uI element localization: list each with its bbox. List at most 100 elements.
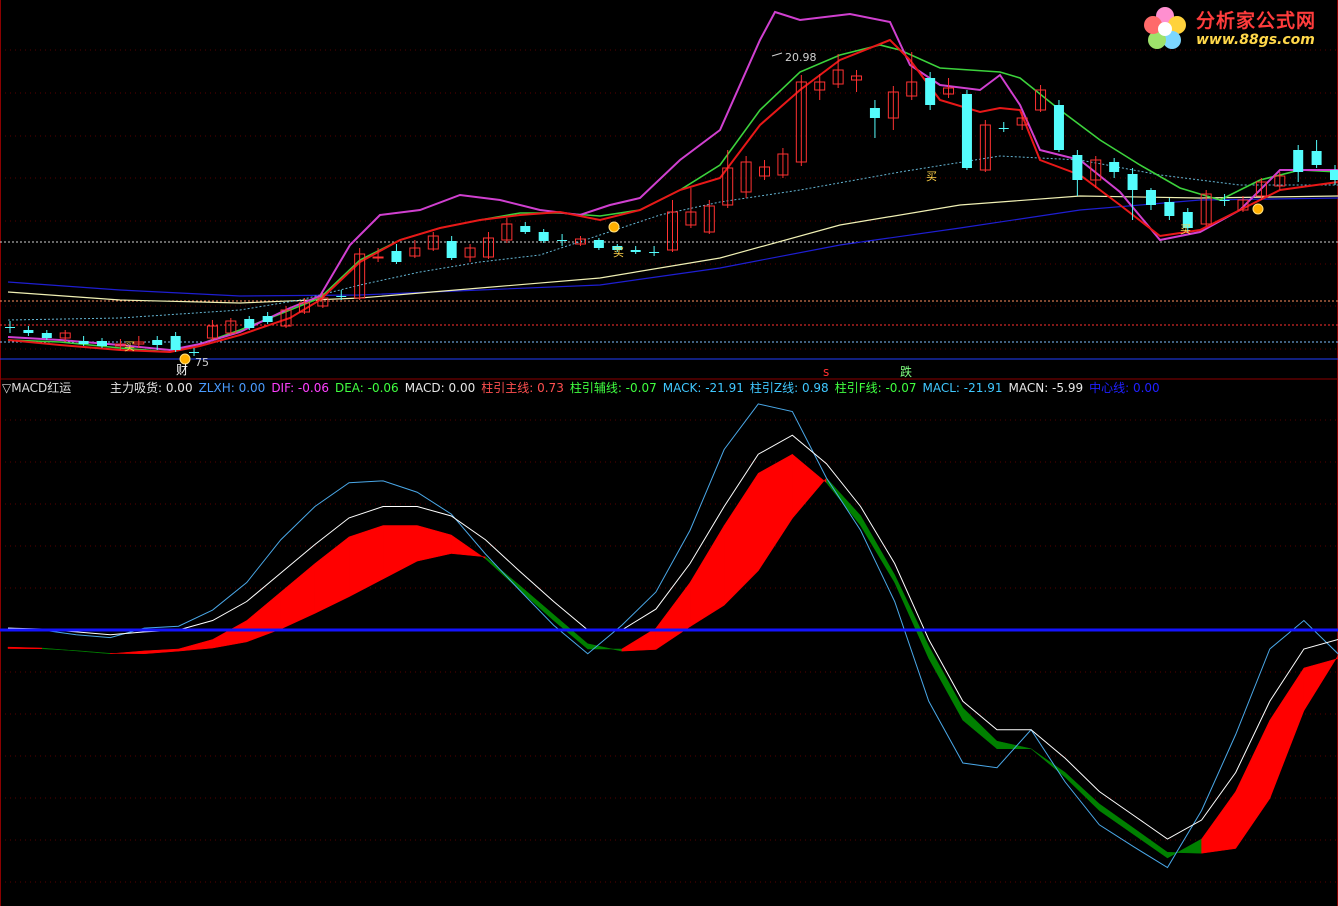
coin-icon: [608, 221, 620, 233]
macd-ribbon: [758, 453, 793, 572]
macd-ribbon: [1201, 790, 1236, 854]
buy-label: 买: [1180, 223, 1191, 236]
candle-body: [1053, 105, 1064, 150]
legend-item: DEA: -0.06: [334, 381, 399, 395]
candle-body: [649, 252, 660, 253]
candle-body: [961, 94, 972, 168]
candle-body: [998, 128, 1009, 129]
macd-ribbon: [348, 525, 384, 598]
macd-ribbon: [314, 536, 350, 614]
macd-ribbon: [996, 740, 1032, 749]
candle-body: [170, 336, 181, 350]
candlesticks: [5, 52, 1338, 356]
macd-ribbon: [7, 646, 43, 650]
macd-ribbon: [1303, 655, 1338, 712]
candle-body: [152, 340, 163, 345]
macd-ribbon: [75, 650, 111, 655]
legend-item: MACL: -21.91: [922, 381, 1003, 395]
indicator-name[interactable]: MACD红运: [11, 381, 71, 395]
legend-item: 柱引F线: -0.07: [834, 381, 917, 395]
indicator-legend: ▽MACD红运 主力吸货: 0.00 ZLXH: 0.00 DIF: -0.06 DE…: [0, 380, 1338, 396]
macd-ribbon: [41, 647, 77, 652]
macd-ribbon: [519, 584, 554, 622]
macd-ribbon: [1030, 748, 1066, 778]
high-price-label: 20.98: [785, 51, 817, 64]
macd-ribbon: [1099, 803, 1134, 835]
macd-ribbon: [110, 650, 145, 655]
site-logo: 分析家公式网 www.88gs.com: [1138, 2, 1336, 54]
collapse-icon[interactable]: ▽: [2, 381, 11, 395]
legend-item: 主力吸货: 0.00: [110, 381, 193, 395]
buy-label: 买: [124, 340, 135, 353]
candle-body: [1293, 150, 1304, 172]
ma-line-red: [7, 38, 1338, 354]
macd-ribbon: [451, 534, 486, 560]
low-price-label: 75: [195, 356, 209, 369]
candle-body: [23, 330, 34, 333]
candle-body: [336, 296, 347, 297]
macd-ribbon: [1064, 771, 1100, 812]
candle-body: [869, 108, 880, 118]
chart-canvas: 20.9875财买买买买s 跌: [0, 0, 1338, 906]
macd-ribbon: [792, 453, 827, 520]
reference-lines: [0, 241, 1338, 360]
legend-item: ZLXH: 0.00: [198, 381, 266, 395]
candle-body: [372, 256, 384, 259]
coin-icon: [1252, 203, 1264, 215]
cai-label: 财: [176, 363, 188, 377]
macd-ribbon: [689, 524, 725, 628]
candle-body: [1330, 170, 1338, 180]
candle-body: [78, 341, 89, 344]
candle-body: [1109, 162, 1120, 172]
candle-body: [1127, 174, 1138, 190]
macd-ribbon: [723, 472, 759, 606]
candle-body: [593, 240, 604, 248]
macd-ribbon: [382, 525, 418, 580]
grid-lines: [0, 0, 1338, 906]
macd-ribbon: [860, 514, 895, 584]
candle-body: [1219, 200, 1230, 201]
macd-ribbon: [416, 525, 452, 562]
candle-body: [520, 226, 531, 232]
logo-url: www.88gs.com: [1196, 32, 1315, 48]
candle-body: [262, 316, 273, 322]
legend-item: 中心线: 0.00: [1089, 381, 1160, 395]
macd-ribbon: [621, 627, 657, 652]
macd-ribbon: [1133, 827, 1168, 859]
legend-item: 柱引辅线: -0.07: [569, 381, 657, 395]
candle-body: [5, 327, 15, 328]
candle-body: [538, 232, 549, 241]
candle-body: [97, 341, 108, 346]
candle-body: [925, 78, 936, 105]
candle-body: [1072, 155, 1083, 180]
macd-ribbon: [1235, 720, 1271, 850]
s-label: s: [823, 365, 829, 379]
candle-body: [1164, 202, 1175, 216]
macd-ribbon: [655, 581, 691, 650]
candle-body: [446, 241, 457, 258]
macd-ribbon: [1167, 838, 1202, 859]
logo-title: 分析家公式网: [1196, 10, 1317, 32]
legend-item: MACD: 0.00: [404, 381, 476, 395]
legend-item: 柱引Z线: 0.98: [749, 381, 829, 395]
candle-body: [1311, 151, 1322, 165]
fall-label: 跌: [900, 364, 912, 379]
macd-ribbon: [962, 707, 998, 750]
flower-logo-icon: [1144, 7, 1186, 49]
candle-body: [41, 333, 52, 338]
buy-label: 买: [926, 170, 937, 183]
buy-label: 买: [613, 246, 624, 259]
macd-ribbon: [178, 639, 213, 652]
legend-item: DIF: -0.06: [271, 381, 329, 395]
legend-item: 柱引主线: 0.73: [481, 381, 564, 395]
macd-ribbon: [1269, 667, 1305, 799]
candle-body: [630, 250, 641, 252]
candle-body: [557, 240, 568, 241]
macd-ribbon: [144, 648, 179, 655]
candle-body: [189, 352, 200, 353]
candle-body: [1145, 190, 1156, 205]
macd-ribbon: [280, 562, 316, 630]
legend-item: MACK: -21.91: [662, 381, 744, 395]
macd-ribbon: [928, 646, 964, 721]
ma-line-green: [7, 44, 1338, 353]
